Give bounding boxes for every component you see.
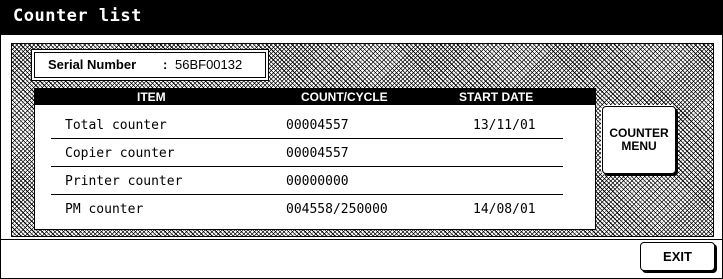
table-row: Printer counter 00000000 <box>51 169 563 195</box>
counter-menu-button[interactable]: COUNTER MENU <box>602 106 676 174</box>
table-row: Total counter 00004557 13/11/01 <box>51 113 563 139</box>
serial-number-separator: : <box>163 57 168 72</box>
item-name: Total counter <box>65 118 167 133</box>
count-value: 00000000 <box>286 174 349 189</box>
row-divider <box>51 166 563 167</box>
serial-number-value: 56BF00132 <box>175 57 243 72</box>
serial-number-box: Serial Number : 56BF00132 <box>34 52 266 78</box>
title-bar: Counter list <box>1 1 722 35</box>
item-name: PM counter <box>65 202 144 217</box>
column-header-start-date: START DATE <box>459 90 534 104</box>
column-header-count-cycle: COUNT/CYCLE <box>301 90 388 104</box>
count-value: 004558/250000 <box>286 202 388 217</box>
table-header: ITEM COUNT/CYCLE START DATE <box>35 89 595 105</box>
exit-button[interactable]: EXIT <box>640 242 715 271</box>
item-name: Printer counter <box>65 174 183 189</box>
start-date: 13/11/01 <box>473 118 536 133</box>
row-divider <box>51 194 563 195</box>
window-title: Counter list <box>13 6 142 26</box>
start-date: 14/08/01 <box>473 202 536 217</box>
column-header-item: ITEM <box>137 90 166 104</box>
bottom-divider <box>1 239 722 240</box>
counter-menu-label-line2: MENU <box>621 139 657 153</box>
counter-list-screen: Counter list Serial Number : 56BF00132 I… <box>0 0 723 279</box>
count-value: 00004557 <box>286 146 349 161</box>
count-value: 00004557 <box>286 118 349 133</box>
serial-number-label: Serial Number <box>48 57 137 72</box>
table-row: PM counter 004558/250000 14/08/01 <box>51 197 563 223</box>
table-row: Copier counter 00004557 <box>51 141 563 167</box>
counter-table: ITEM COUNT/CYCLE START DATE Total counte… <box>34 88 596 230</box>
row-divider <box>51 138 563 139</box>
item-name: Copier counter <box>65 146 175 161</box>
